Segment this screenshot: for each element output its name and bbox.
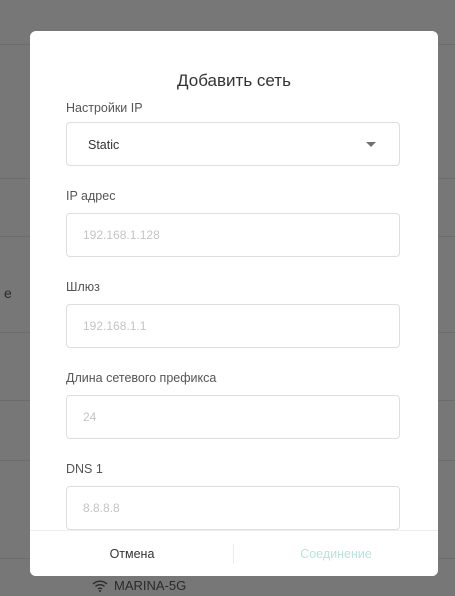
cancel-button[interactable]: Отмена: [30, 531, 234, 576]
ip-settings-label: Настройки IP: [66, 101, 143, 115]
background-label: е: [4, 285, 12, 301]
ip-address-input[interactable]: [67, 214, 399, 256]
gateway-field-box: [66, 304, 400, 348]
ip-address-field-box: [66, 213, 400, 257]
caret-down-icon: [366, 142, 376, 147]
wifi-icon: [92, 579, 108, 592]
wifi-network-name: MARINA-5G: [114, 578, 187, 593]
prefix-length-input[interactable]: [67, 396, 399, 438]
dialog-footer: Отмена Соединение: [30, 530, 438, 576]
dns1-field-box: [66, 486, 400, 530]
prefix-length-label: Длина сетевого префикса: [66, 371, 217, 385]
ip-settings-value: Static: [88, 138, 120, 152]
dns1-input[interactable]: [67, 487, 399, 529]
ip-address-label: IP адрес: [66, 189, 116, 203]
dialog-title: Добавить сеть: [177, 71, 291, 90]
gateway-label: Шлюз: [66, 280, 100, 294]
ip-settings-select[interactable]: Static: [66, 122, 400, 166]
dns1-label: DNS 1: [66, 462, 103, 476]
connect-button[interactable]: Соединение: [234, 531, 438, 576]
prefix-length-field-box: [66, 395, 400, 439]
background-wifi-item[interactable]: MARINA-5G: [92, 578, 186, 593]
gateway-input[interactable]: [67, 305, 399, 347]
add-network-dialog: Добавить сеть Настройки IP Static IP адр…: [30, 31, 438, 576]
